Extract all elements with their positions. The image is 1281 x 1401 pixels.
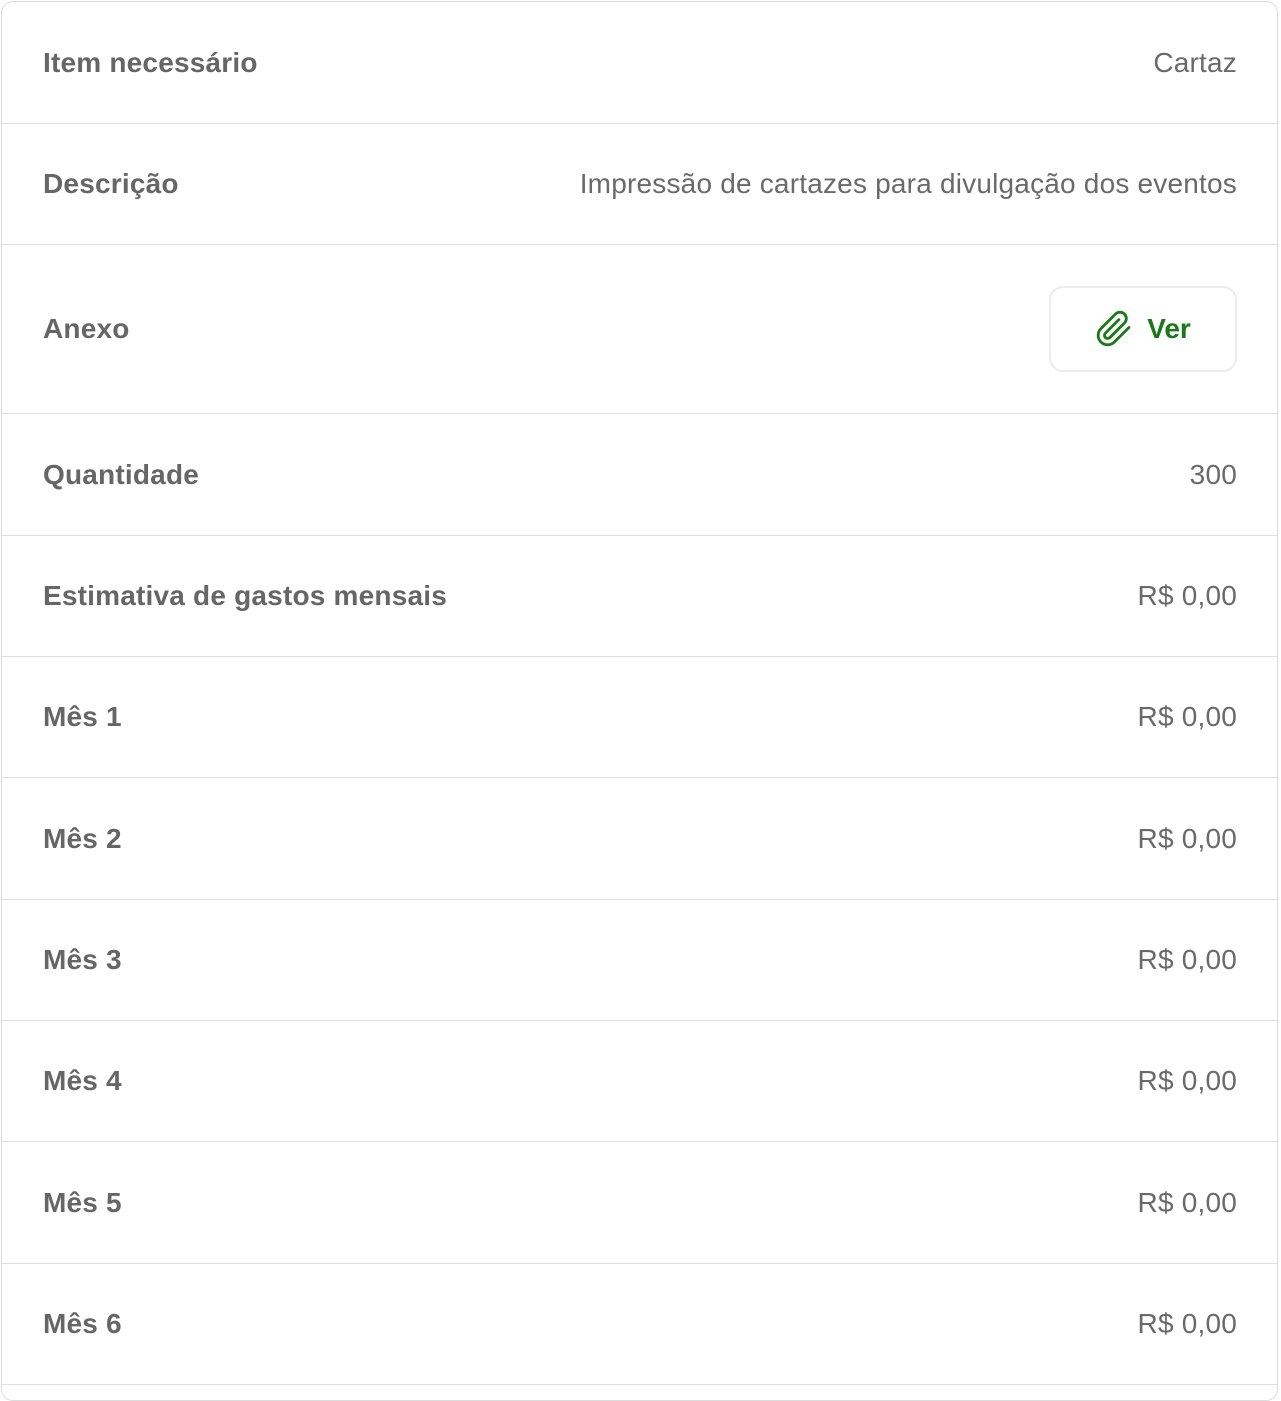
row-monthly-estimate: Estimativa de gastos mensais R$ 0,00 <box>2 536 1277 657</box>
month-value: R$ 0,00 <box>1137 1065 1237 1096</box>
attachment-label: Anexo <box>43 313 130 344</box>
monthly-estimate-value: R$ 0,00 <box>1137 580 1237 611</box>
description-label: Descrição <box>43 168 179 199</box>
month-label: Mês 2 <box>43 822 122 854</box>
row-month-2: Mês 2 R$ 0,00 <box>2 778 1277 900</box>
row-attachment: Anexo Ver <box>2 245 1277 414</box>
view-attachment-button[interactable]: Ver <box>1049 286 1237 372</box>
item-value: Cartaz <box>1153 46 1237 78</box>
month-label: Mês 4 <box>43 1065 122 1096</box>
quantity-value: 300 <box>1189 458 1237 490</box>
paperclip-icon <box>1095 310 1133 348</box>
item-label: Item necessário <box>43 46 258 78</box>
month-value: R$ 0,00 <box>1137 701 1237 732</box>
month-value: R$ 0,00 <box>1137 822 1237 854</box>
month-value: R$ 0,00 <box>1137 1186 1237 1218</box>
month-label: Mês 1 <box>43 701 122 732</box>
month-label: Mês 5 <box>43 1186 122 1218</box>
row-month-1: Mês 1 R$ 0,00 <box>2 657 1277 778</box>
row-quantity: Quantidade 300 <box>2 414 1277 536</box>
quantity-label: Quantidade <box>43 458 200 490</box>
row-month-6: Mês 6 R$ 0,00 <box>2 1264 1277 1385</box>
view-button-label: Ver <box>1147 313 1191 344</box>
row-month-3: Mês 3 R$ 0,00 <box>2 900 1277 1021</box>
row-month-4: Mês 4 R$ 0,00 <box>2 1021 1277 1142</box>
details-card: Item necessário Cartaz Descrição Impress… <box>1 1 1278 1401</box>
month-label: Mês 3 <box>43 944 122 975</box>
row-description: Descrição Impressão de cartazes para div… <box>2 124 1277 245</box>
month-value: R$ 0,00 <box>1137 944 1237 975</box>
row-month-5: Mês 5 R$ 0,00 <box>2 1142 1277 1264</box>
month-value: R$ 0,00 <box>1137 1308 1237 1339</box>
description-value: Impressão de cartazes para divulgação do… <box>579 168 1237 199</box>
monthly-estimate-label: Estimativa de gastos mensais <box>43 580 447 611</box>
month-label: Mês 6 <box>43 1308 122 1339</box>
row-item: Item necessário Cartaz <box>2 2 1277 124</box>
